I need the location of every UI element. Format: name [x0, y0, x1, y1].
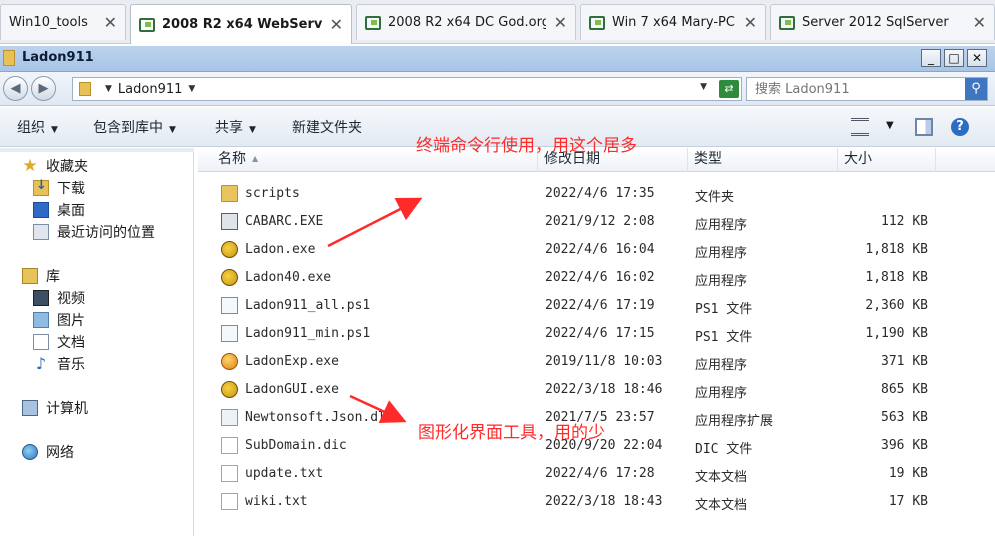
- screenshot-root: Win10_tools ✕ 2008 R2 x64 WebServer ✕ 20…: [0, 0, 995, 536]
- annotation-gui: 图形化界面工具，用的少: [418, 423, 605, 443]
- arrow-to-ladongui-exe: [349, 394, 407, 423]
- annotation-arrows: [327, 197, 423, 423]
- arrow-to-ladon-exe: [327, 197, 423, 248]
- annotation-cli: 终端命令行使用，用这个居多: [416, 136, 637, 156]
